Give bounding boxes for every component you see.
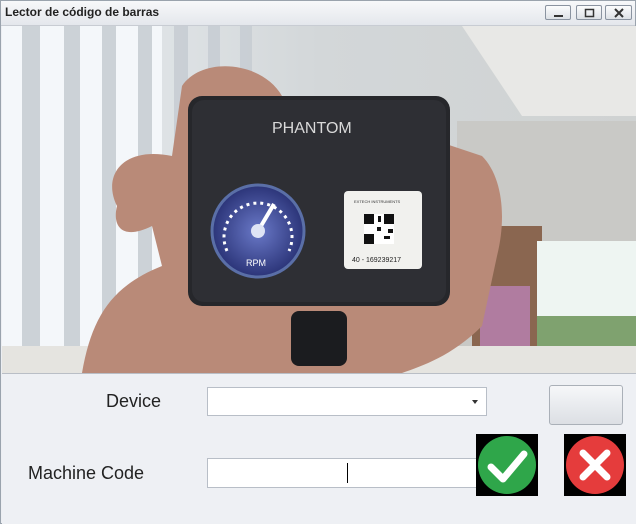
blank-action-button[interactable] [549,385,623,425]
close-icon [614,8,624,18]
sticker-serial: 40 - 169239217 [352,257,401,264]
close-button[interactable] [605,5,632,20]
maximize-icon [584,8,595,18]
checkmark-icon [478,436,536,494]
camera-image: PHANTOM RPM EXTECH INSTRUMENTS 40 - 1692… [2,26,636,373]
cancel-button[interactable] [564,434,626,496]
gauge-label: RPM [246,258,266,268]
machine-code-input[interactable] [207,458,487,488]
maximize-button[interactable] [576,5,602,20]
title-bar[interactable]: Lector de código de barras [1,1,635,26]
form-panel: Device Machine Code [2,373,636,524]
chevron-down-icon[interactable] [472,400,478,404]
device-brand-text: PHANTOM [272,120,352,137]
sticker-brand: EXTECH INSTRUMENTS [354,199,401,204]
window-title: Lector de código de barras [5,5,160,19]
device-select[interactable] [207,387,487,416]
barcode-reader-window: Lector de código de barras PHANTOM RPM E… [0,0,636,524]
device-label: Device [106,391,162,411]
cross-icon [566,436,624,494]
text-caret [347,463,348,483]
minimize-icon [554,15,563,17]
minimize-button[interactable] [545,5,571,20]
camera-preview: PHANTOM RPM EXTECH INSTRUMENTS 40 - 1692… [2,26,636,373]
confirm-button[interactable] [476,434,538,496]
machine-code-label: Machine Code [28,463,145,483]
